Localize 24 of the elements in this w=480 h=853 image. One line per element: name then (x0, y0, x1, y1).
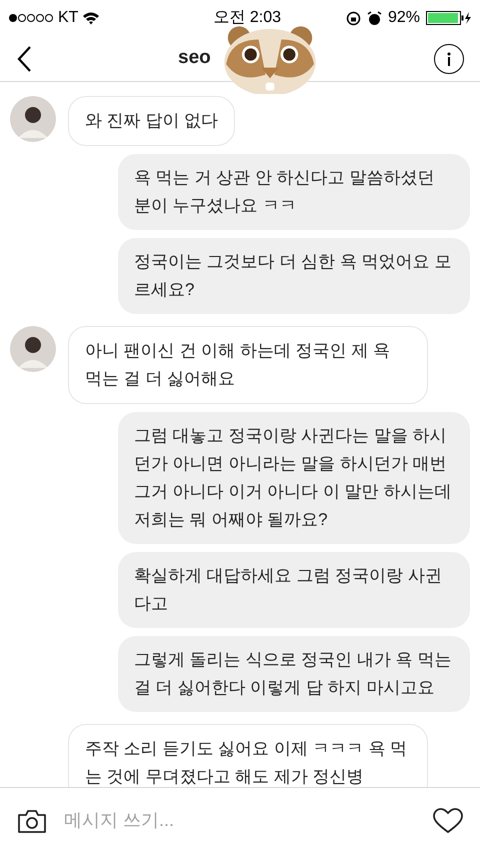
info-button[interactable] (434, 44, 464, 74)
received-message: 주작 소리 듣기도 싫어요 이제 ㅋㅋㅋ 욕 먹는 것에 무뎌졌다고 해도 제가 정신병 (68, 724, 428, 787)
sent-message: 확실하게 대답하세요 그럼 정국이랑 사귄다고 (118, 552, 470, 628)
received-message: 아니 팬이신 건 이해 하는데 정국인 제 욕 먹는 걸 더 싫어해요 (68, 326, 428, 404)
message-input[interactable]: 메시지 쓰기... (64, 807, 416, 834)
clock: 오전 2:03 (213, 8, 281, 28)
like-button[interactable] (432, 806, 464, 836)
camera-icon (17, 808, 47, 834)
heart-icon (433, 808, 463, 834)
battery-percent: 92% (388, 8, 420, 28)
sent-message: 욕 먹는 거 상관 안 하신다고 말씀하셨던 분이 누구셨나요 ㅋㅋ (118, 154, 470, 230)
rotation-lock-icon (346, 10, 361, 26)
sent-message: 그럼 대놓고 정국이랑 사귄다는 말을 하시던가 아니면 아니라는 말을 하시던가 매번 그거 아니다 이거 아니다 이 말만 하시는데 저희는 뭐 어째야 될까요? (118, 412, 470, 544)
received-message: 와 진짜 답이 없다 (68, 96, 236, 146)
carrier-label: KT (58, 8, 78, 28)
wifi-icon (82, 12, 100, 24)
battery-icon (426, 11, 472, 25)
chevron-left-icon (16, 44, 32, 72)
chat-title: seo (177, 46, 211, 70)
signal-icon (8, 13, 54, 23)
sent-message: 정국이는 그것보다 더 심한 욕 먹었어요 모르세요? (118, 238, 470, 314)
alarm-icon (366, 10, 382, 26)
sent-message: 그렇게 돌리는 식으로 정국인 내가 욕 먹는 걸 더 싫어한다 이렇게 답 하지 마시고요 (118, 636, 470, 712)
info-icon (447, 52, 451, 66)
